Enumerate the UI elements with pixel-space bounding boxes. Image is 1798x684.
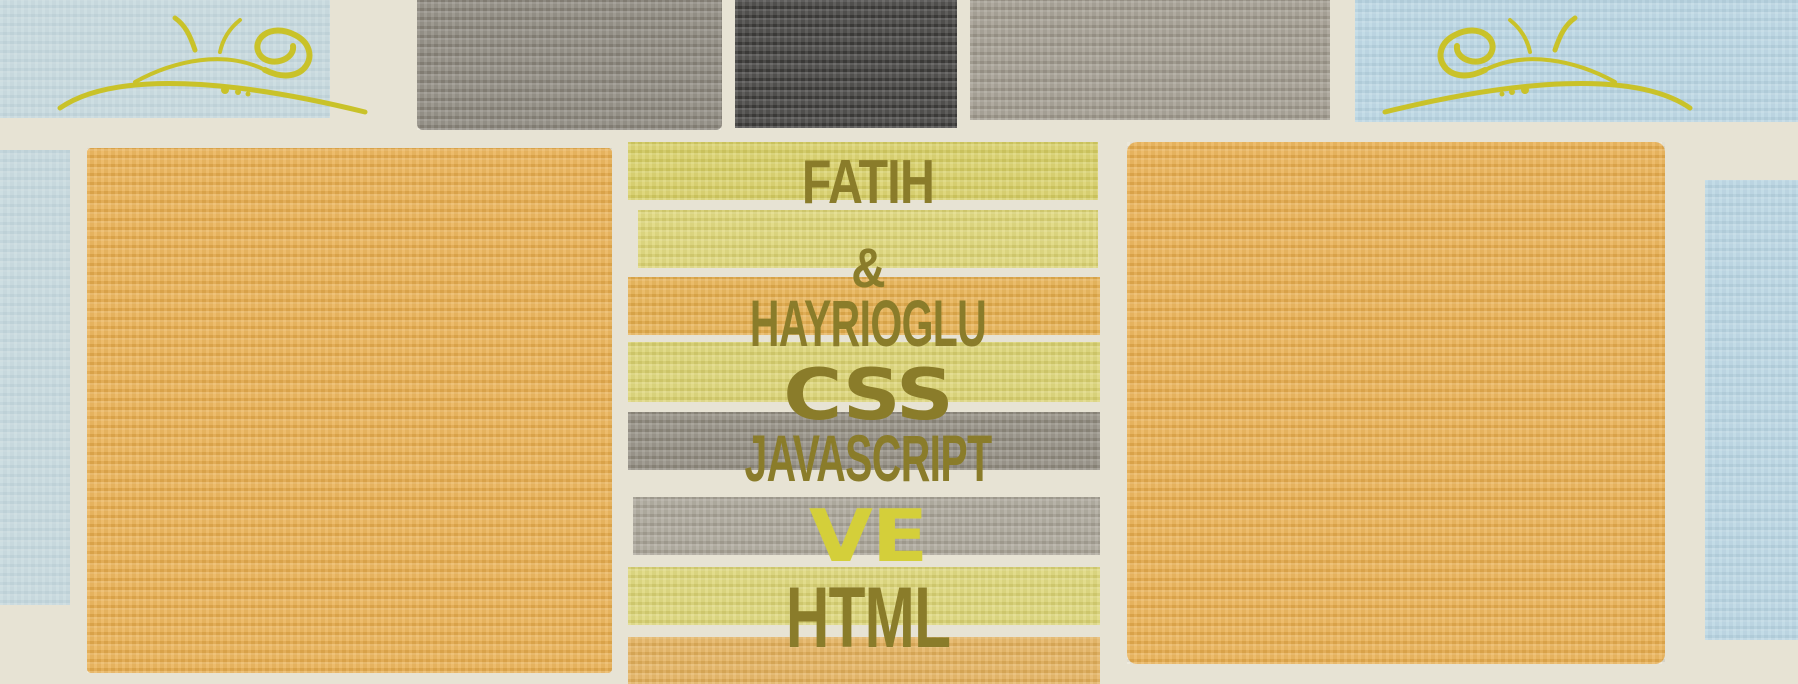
word-hayrioglu: HAYRIOGLU	[749, 286, 987, 360]
left-flourish-ornament	[57, 15, 368, 115]
word-javascript: JAVASCRIPT	[744, 421, 993, 495]
title-word-stack: FATIH & HAYRIOGLU CSS JAVASCRIPT VE HTML	[620, 0, 1116, 684]
right-orange-panel	[1127, 142, 1665, 664]
word-css: CSS	[783, 354, 954, 436]
right-flourish-ornament	[1382, 15, 1693, 115]
right-blue-strip	[1705, 180, 1798, 640]
left-orange-panel	[87, 148, 612, 673]
left-blue-strip	[0, 150, 70, 605]
word-ve: VE	[808, 494, 928, 578]
word-html: HTML	[785, 570, 951, 666]
word-fatih: FATIH	[801, 148, 935, 217]
collage-canvas: FATIH & HAYRIOGLU CSS JAVASCRIPT VE HTML	[0, 0, 1798, 684]
